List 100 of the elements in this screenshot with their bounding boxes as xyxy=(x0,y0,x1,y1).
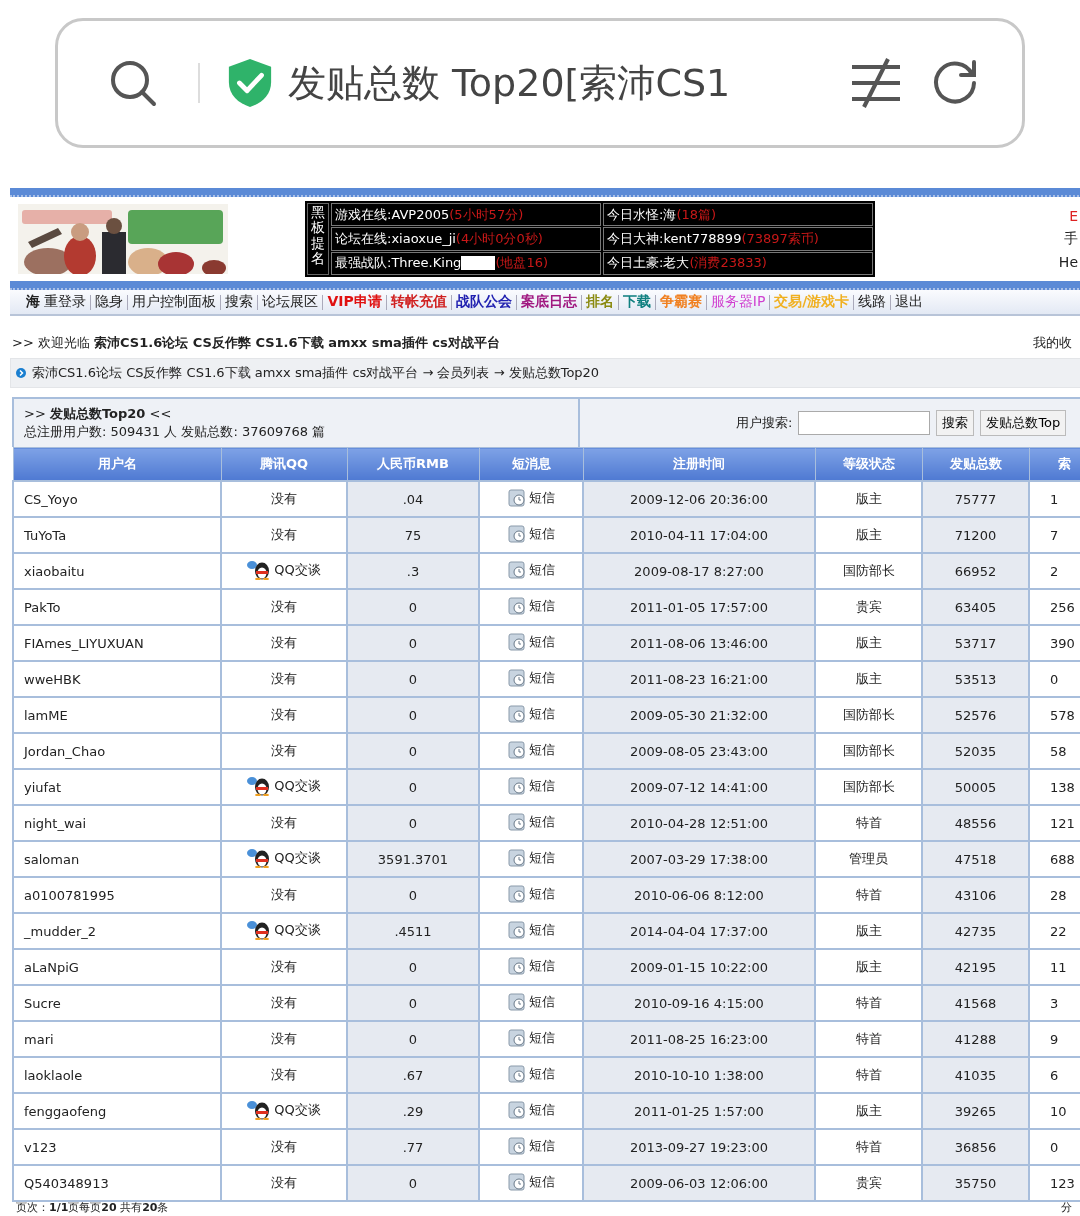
column-header: 等级状态 xyxy=(815,447,922,481)
registered-time-cell: 2010-06-06 8:12:00 xyxy=(583,877,815,913)
board-entry: 今日水怪:海(18篇) xyxy=(603,203,873,227)
message-link[interactable]: 短信 xyxy=(528,776,555,795)
nav-link[interactable]: 转帐充值 xyxy=(386,293,451,311)
column-header: 用户名 xyxy=(13,447,221,481)
nav-link[interactable]: 海 重登录 xyxy=(22,293,91,311)
message-icon xyxy=(507,1172,526,1191)
address-bar[interactable]: 发贴总数 Top20[索沛CS1 xyxy=(55,18,1025,148)
message-icon xyxy=(507,740,526,759)
nav-link[interactable]: 用户控制面板 xyxy=(128,293,221,311)
message-link[interactable]: 短信 xyxy=(528,488,555,507)
registered-time-cell: 2009-08-05 23:43:00 xyxy=(583,733,815,769)
qq-none-text: 没有 xyxy=(271,959,297,974)
rmb-cell: 0 xyxy=(347,661,479,697)
message-link[interactable]: 短信 xyxy=(528,1136,555,1155)
registered-time-cell: 2011-08-23 16:21:00 xyxy=(583,661,815,697)
nav-link[interactable]: 线路 xyxy=(854,293,891,311)
message-link[interactable]: 短信 xyxy=(528,992,555,1011)
message-link[interactable]: 短信 xyxy=(528,1172,555,1191)
registered-time-cell: 2011-01-05 17:57:00 xyxy=(583,589,815,625)
shield-check-icon[interactable] xyxy=(226,57,274,109)
qq-chat-link[interactable]: QQ交谈 xyxy=(274,776,321,795)
post-count-cell: 53717 xyxy=(922,625,1029,661)
message-link[interactable]: 短信 xyxy=(528,560,555,579)
message-icon xyxy=(507,1028,526,1047)
side-text: E xyxy=(1069,208,1078,224)
nav-link[interactable]: 下载 xyxy=(618,293,655,311)
message-link[interactable]: 短信 xyxy=(528,920,555,939)
bullet-icon xyxy=(16,368,26,378)
message-link[interactable]: 短信 xyxy=(528,848,555,867)
rmb-cell: 0 xyxy=(347,949,479,985)
rmb-cell: 0 xyxy=(347,733,479,769)
rmb-cell: 0 xyxy=(347,769,479,805)
username-cell: yiufat xyxy=(13,769,221,805)
nav-link[interactable]: 案底日志 xyxy=(516,293,581,311)
post-count-cell: 43106 xyxy=(922,877,1029,913)
qq-chat-link[interactable]: QQ交谈 xyxy=(274,920,321,939)
rmb-cell: .4511 xyxy=(347,913,479,949)
username-cell: wweHBK xyxy=(13,661,221,697)
side-text: He xyxy=(1058,254,1078,270)
message-link[interactable]: 短信 xyxy=(528,1064,555,1083)
message-link[interactable]: 短信 xyxy=(528,812,555,831)
message-icon xyxy=(507,884,526,903)
username-cell: _mudder_2 xyxy=(13,913,221,949)
username-cell: saloman xyxy=(13,841,221,877)
qq-penguin-icon xyxy=(247,1099,272,1120)
message-link[interactable]: 短信 xyxy=(528,632,555,651)
nav-link[interactable]: 战队公会 xyxy=(451,293,516,311)
post-count-cell: 66952 xyxy=(922,553,1029,589)
message-icon xyxy=(507,848,526,867)
registered-time-cell: 2013-09-27 19:23:00 xyxy=(583,1129,815,1165)
message-icon xyxy=(507,704,526,723)
rmb-cell: .77 xyxy=(347,1129,479,1165)
message-link[interactable]: 短信 xyxy=(528,524,555,543)
rmb-cell: 75 xyxy=(347,517,479,553)
post-count-cell: 52576 xyxy=(922,697,1029,733)
message-link[interactable]: 短信 xyxy=(528,1028,555,1047)
message-icon xyxy=(507,776,526,795)
post-count-cell: 71200 xyxy=(922,517,1029,553)
registered-time-cell: 2010-10-10 1:38:00 xyxy=(583,1057,815,1093)
list-title: >> 发贴总数Top20 << xyxy=(24,405,173,423)
qq-chat-link[interactable]: QQ交谈 xyxy=(274,1100,321,1119)
board-entry: 今日大神:kent778899(73897索币) xyxy=(603,227,873,251)
qq-none-text: 没有 xyxy=(271,1175,297,1190)
message-icon xyxy=(507,632,526,651)
nav-link[interactable]: VIP申请 xyxy=(323,293,386,311)
nav-link[interactable]: 隐身 xyxy=(91,293,128,311)
search-button[interactable]: 搜索 xyxy=(936,410,975,436)
message-link[interactable]: 短信 xyxy=(528,956,555,975)
message-link[interactable]: 短信 xyxy=(528,704,555,723)
nav-link[interactable]: 搜索 xyxy=(221,293,258,311)
registered-time-cell: 2010-09-16 4:15:00 xyxy=(583,985,815,1021)
username-cell: a0100781995 xyxy=(13,877,221,913)
post-count-cell: 50005 xyxy=(922,769,1029,805)
nav-link[interactable]: 论坛展区 xyxy=(258,293,323,311)
username-cell: mari xyxy=(13,1021,221,1057)
message-link[interactable]: 短信 xyxy=(528,596,555,615)
favorites-link[interactable]: 我的收 xyxy=(1033,334,1072,352)
search-icon[interactable] xyxy=(108,58,158,108)
rmb-cell: 0 xyxy=(347,697,479,733)
registered-time-cell: 2009-08-17 8:27:00 xyxy=(583,553,815,589)
message-link[interactable]: 短信 xyxy=(528,884,555,903)
footer-link[interactable]: 分 xyxy=(1061,1202,1072,1214)
qq-chat-link[interactable]: QQ交谈 xyxy=(274,848,321,867)
nav-link[interactable]: 服务器IP xyxy=(706,293,770,311)
top-posts-button[interactable]: 发贴总数Top xyxy=(980,410,1067,436)
username-cell: v123 xyxy=(13,1129,221,1165)
nav-link[interactable]: 退出 xyxy=(891,293,928,311)
qq-chat-link[interactable]: QQ交谈 xyxy=(274,560,321,579)
registered-time-cell: 2009-07-12 14:41:00 xyxy=(583,769,815,805)
message-link[interactable]: 短信 xyxy=(528,740,555,759)
message-link[interactable]: 短信 xyxy=(528,668,555,687)
qq-none-text: 没有 xyxy=(271,599,297,614)
post-count-cell: 47518 xyxy=(922,841,1029,877)
message-link[interactable]: 短信 xyxy=(528,1100,555,1119)
registered-time-cell: 2007-03-29 17:38:00 xyxy=(583,841,815,877)
username-cell: lamME xyxy=(13,697,221,733)
user-search-field[interactable] xyxy=(798,411,931,435)
username-cell: fenggaofeng xyxy=(13,1093,221,1129)
